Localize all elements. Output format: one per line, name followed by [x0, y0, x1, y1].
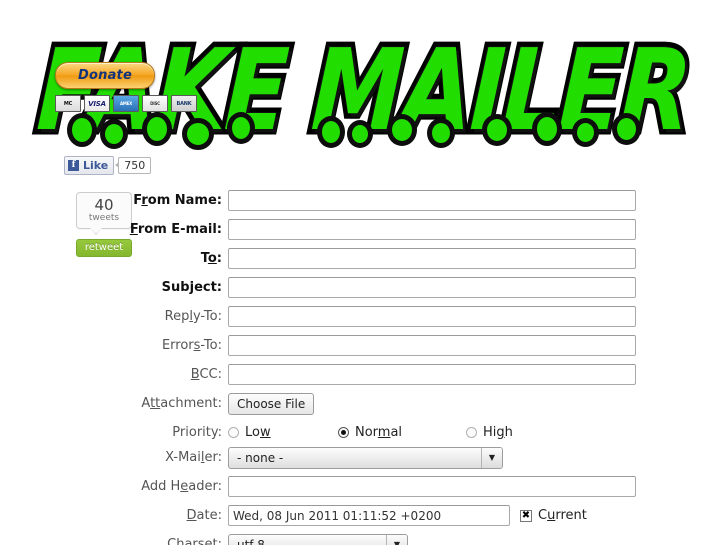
label-bcc[interactable]: BCC:	[0, 367, 228, 382]
priority-high-label: High	[483, 425, 513, 440]
label-charset[interactable]: Charset:	[0, 537, 228, 545]
mastercard-card-icon: MC	[55, 95, 81, 112]
radio-high-icon[interactable]	[466, 427, 477, 438]
label-to[interactable]: To:	[0, 251, 228, 266]
charset-select-value: utf-8	[237, 537, 265, 545]
form-row-charset: Charset: utf-8 ▼	[0, 533, 727, 545]
priority-radio-group: Low Normal High	[228, 425, 513, 440]
priority-low-label: Low	[245, 425, 271, 440]
form-row-attachment: Attachment: Choose File	[0, 392, 727, 415]
form-row-subject: Subject:	[0, 277, 727, 298]
form-row-add-header: Add Header:	[0, 476, 727, 497]
to-input[interactable]	[228, 248, 636, 269]
label-from-email[interactable]: From E-mail:	[0, 222, 228, 237]
form-row-bcc: BCC:	[0, 364, 727, 385]
facebook-like-label: Like	[83, 159, 109, 172]
priority-normal-label: Normal	[355, 425, 403, 440]
mailer-form: From Name: From E-mail: To: Subject: Rep…	[0, 190, 727, 545]
bank-card-icon: BANK	[171, 95, 197, 112]
radio-low-icon[interactable]	[228, 427, 239, 438]
label-priority: Priority:	[172, 425, 222, 440]
charset-select[interactable]: utf-8 ▼	[228, 533, 408, 545]
priority-option-normal[interactable]: Normal	[338, 425, 466, 440]
page-root: FAKE MAILER Donate MC VISA AMEX DISC BANK	[0, 0, 727, 545]
errors-to-input[interactable]	[228, 335, 636, 356]
reply-to-input[interactable]	[228, 306, 636, 327]
label-xmailer[interactable]: X-Mailer:	[0, 450, 228, 465]
date-current-label: Current	[538, 508, 587, 523]
xmailer-select-value: - none -	[237, 450, 284, 465]
radio-normal-icon[interactable]	[338, 427, 349, 438]
subject-input[interactable]	[228, 277, 636, 298]
form-row-date: Date: Current	[0, 505, 727, 526]
add-header-input[interactable]	[228, 476, 636, 497]
label-subject[interactable]: Subject:	[0, 280, 228, 295]
chevron-down-icon[interactable]: ▼	[386, 534, 407, 545]
facebook-like-button[interactable]: f Like	[64, 156, 115, 175]
xmailer-select[interactable]: - none - ▼	[228, 446, 503, 469]
logo-word-mailer: MAILER	[303, 20, 698, 160]
bcc-input[interactable]	[228, 364, 636, 385]
label-reply-to[interactable]: Reply-To:	[0, 309, 228, 324]
label-date[interactable]: Date:	[0, 508, 228, 523]
chevron-down-icon[interactable]: ▼	[481, 447, 502, 468]
form-row-errors-to: Errors-To:	[0, 335, 727, 356]
form-row-reply-to: Reply-To:	[0, 306, 727, 327]
label-attachment[interactable]: Attachment:	[0, 396, 228, 411]
form-row-priority: Priority: Low Normal High	[0, 422, 727, 443]
priority-option-low[interactable]: Low	[228, 425, 338, 440]
date-input[interactable]	[228, 505, 510, 526]
priority-option-high[interactable]: High	[466, 425, 513, 440]
date-current-checkbox-wrap[interactable]: Current	[520, 508, 587, 523]
label-add-header[interactable]: Add Header:	[0, 479, 228, 494]
amex-card-icon: AMEX	[113, 95, 139, 112]
from-name-input[interactable]	[228, 190, 636, 211]
facebook-like-count: 750	[115, 157, 152, 174]
visa-card-icon: VISA	[84, 95, 110, 112]
donate-block: Donate MC VISA AMEX DISC BANK	[55, 62, 197, 112]
choose-file-button[interactable]: Choose File	[228, 392, 315, 415]
donate-button[interactable]: Donate	[55, 62, 155, 89]
checkbox-current-icon[interactable]	[520, 509, 532, 522]
label-errors-to[interactable]: Errors-To:	[0, 338, 228, 353]
accepted-cards: MC VISA AMEX DISC BANK	[55, 95, 197, 112]
discover-card-icon: DISC	[142, 95, 168, 112]
form-row-xmailer: X-Mailer: - none - ▼	[0, 446, 727, 469]
form-row-to: To:	[0, 248, 727, 269]
facebook-icon: f	[68, 160, 79, 171]
facebook-like-widget: f Like 750	[64, 156, 152, 175]
from-email-input[interactable]	[228, 219, 636, 240]
label-from-name[interactable]: From Name:	[0, 193, 228, 208]
form-row-from-email: From E-mail:	[0, 219, 727, 240]
form-row-from-name: From Name:	[0, 190, 727, 211]
